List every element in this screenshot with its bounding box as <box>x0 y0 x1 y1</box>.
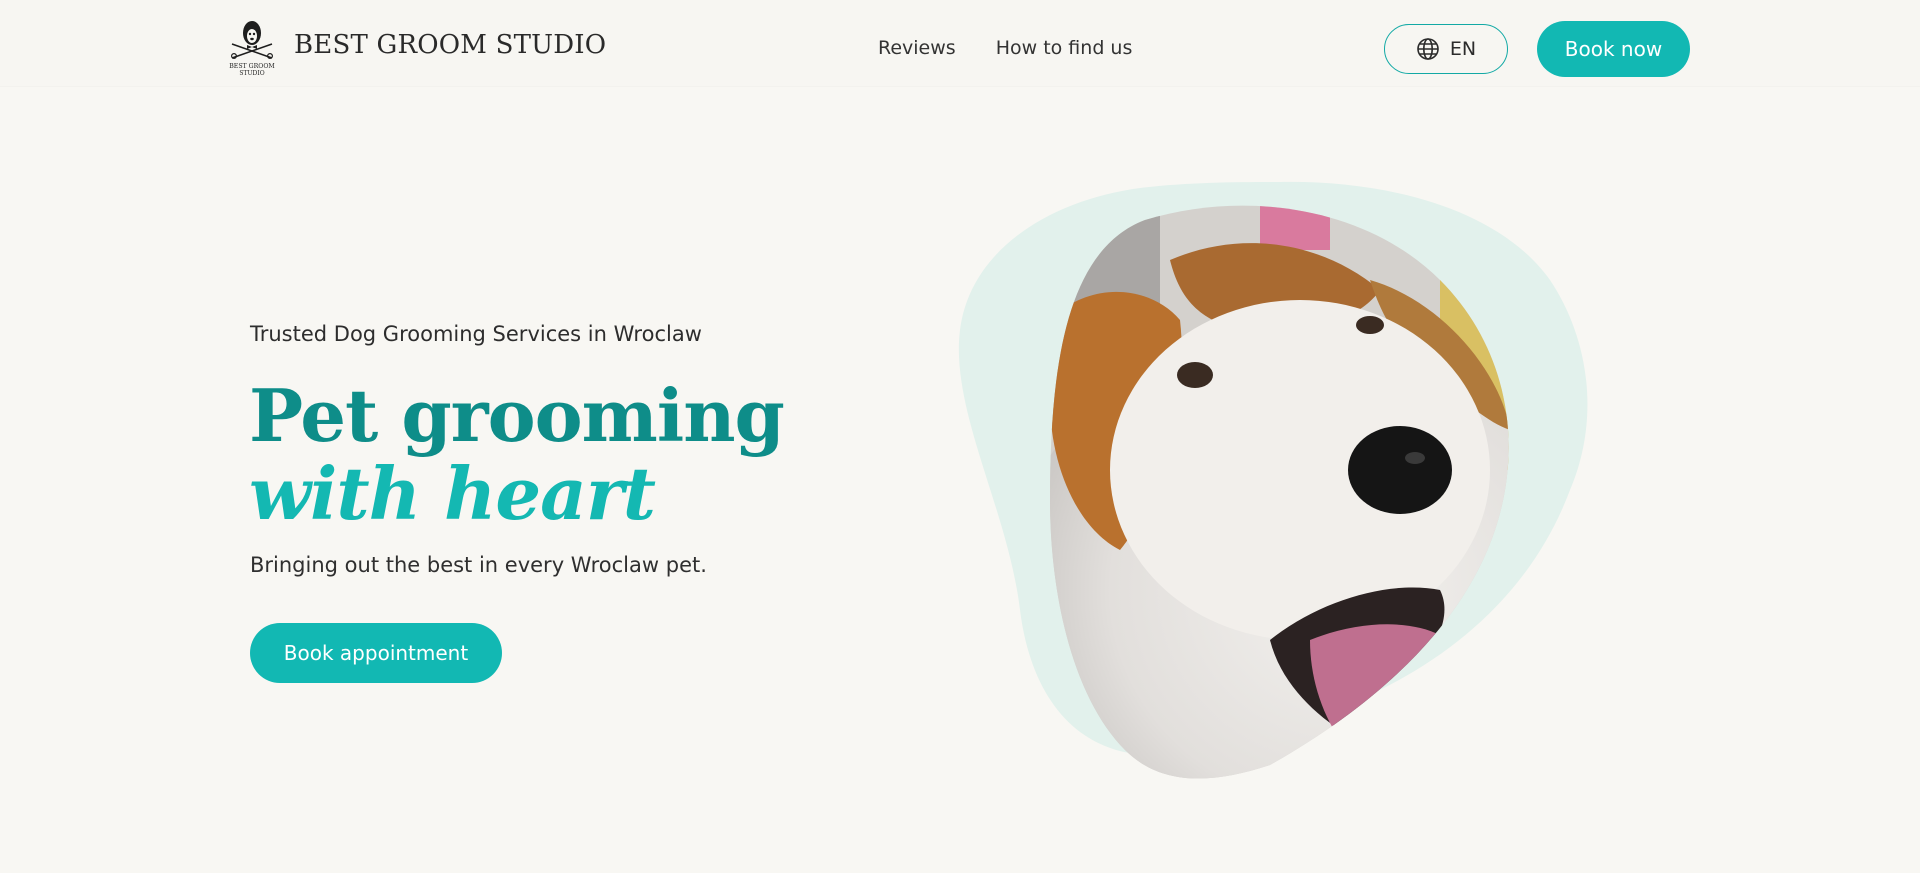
headline-accent: with heart <box>249 451 656 536</box>
globe-icon <box>1416 37 1440 61</box>
hero-headline: Pet grooming with heart <box>249 377 889 533</box>
svg-text:STUDIO: STUDIO <box>239 70 264 77</box>
hero-image-area <box>940 170 1640 810</box>
language-selector-button[interactable]: EN <box>1384 24 1508 74</box>
hero-dog-image <box>958 181 1588 779</box>
site-header: BEST GROOM STUDIO BEST GROOM STUDIO Revi… <box>0 0 1920 86</box>
hero-eyebrow: Trusted Dog Grooming Services in Wroclaw <box>250 322 702 346</box>
language-label: EN <box>1449 38 1477 60</box>
brand-name[interactable]: BEST GROOM STUDIO <box>294 30 606 60</box>
book-now-button[interactable]: Book now <box>1537 21 1690 77</box>
headline-plain: Pet grooming <box>249 373 785 458</box>
main-nav: Reviews How to find us <box>878 37 1132 59</box>
nav-item-reviews[interactable]: Reviews <box>878 37 956 59</box>
logo-icon[interactable]: BEST GROOM STUDIO <box>228 18 276 78</box>
svg-text:BEST GROOM: BEST GROOM <box>229 63 275 70</box>
hero-subtext: Bringing out the best in every Wroclaw p… <box>250 553 707 577</box>
book-appointment-button[interactable]: Book appointment <box>250 623 502 683</box>
nav-item-how-to-find-us[interactable]: How to find us <box>996 37 1133 59</box>
